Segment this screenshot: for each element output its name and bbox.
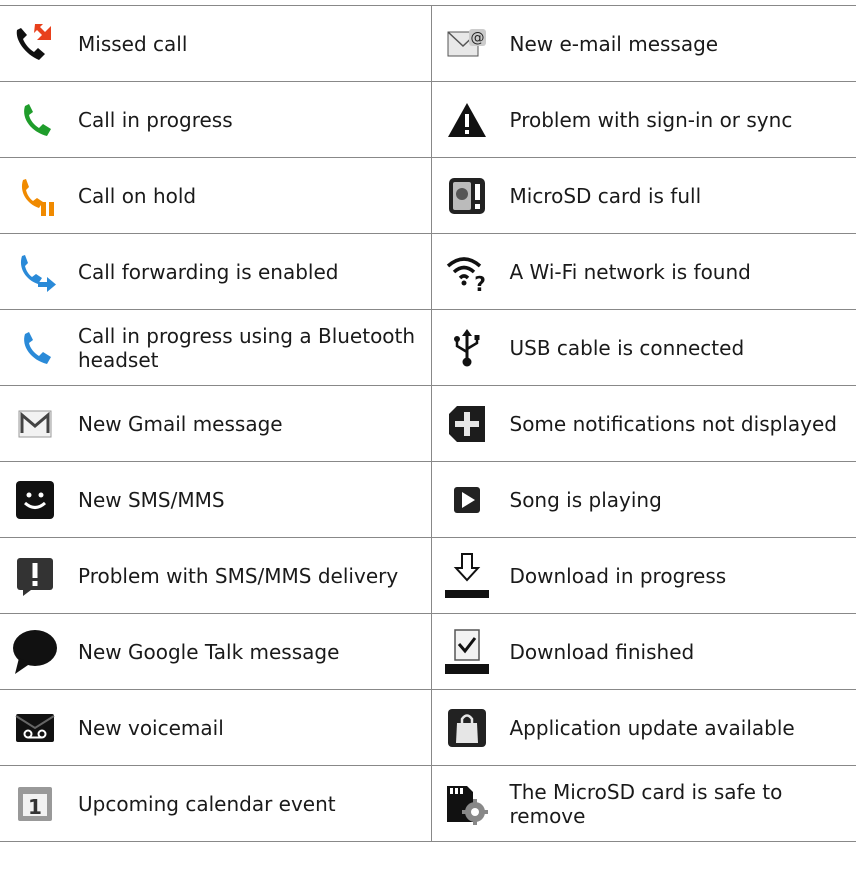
call-forwarding-icon	[8, 245, 62, 299]
table-cell: Problem with SMS/MMS delivery	[0, 537, 432, 614]
table-cell: Call in progress using a Bluetooth heads…	[0, 309, 432, 386]
icon-label: New e-mail message	[509, 31, 719, 56]
more-notifications-icon	[440, 397, 494, 451]
warning-icon	[440, 93, 494, 147]
call-on-hold-icon	[8, 169, 62, 223]
icon-label: Some notifications not displayed	[509, 411, 837, 436]
icon-label: Problem with SMS/MMS delivery	[78, 563, 399, 588]
icon-label: Call in progress	[78, 107, 233, 132]
table-row: Missed call @ New e-mail message	[0, 5, 856, 82]
status-icon-table: Missed call @ New e-mail message Call in…	[0, 5, 856, 842]
icon-label: The MicroSD card is safe to remove	[509, 779, 783, 828]
icon-label: MicroSD card is full	[509, 183, 702, 208]
icon-label: Call on hold	[78, 183, 197, 208]
icon-label: Missed call	[78, 31, 188, 56]
icon-label: New SMS/MMS	[78, 487, 225, 512]
table-cell: New Google Talk message	[0, 613, 432, 690]
table-cell: Some notifications not displayed	[430, 385, 856, 462]
icon-label: A Wi-Fi network is found	[509, 259, 751, 284]
icon-label: Download finished	[509, 639, 695, 664]
table-cell: Download finished	[430, 613, 856, 690]
table-row: New SMS/MMS Song is playing	[0, 461, 856, 538]
table-cell: USB cable is connected	[430, 309, 856, 386]
table-row: Call in progress Problem with sign-in or…	[0, 81, 856, 158]
sd-card-full-icon	[440, 169, 494, 223]
app-update-icon	[440, 701, 494, 755]
missed-call-icon	[8, 17, 62, 71]
icon-label: Download in progress	[509, 563, 727, 588]
table-cell: Missed call	[0, 5, 432, 82]
calendar-icon: 1	[8, 777, 62, 831]
svg-text:1: 1	[28, 795, 42, 819]
table-cell: 1 Upcoming calendar event	[0, 765, 432, 842]
table-cell: The MicroSD card is safe to remove	[430, 765, 856, 842]
table-cell: MicroSD card is full	[430, 157, 856, 234]
table-row: Call on hold MicroSD card is full	[0, 157, 856, 234]
icon-label: Upcoming calendar event	[78, 791, 336, 816]
icon-label: USB cable is connected	[509, 335, 745, 360]
sms-problem-icon	[8, 549, 62, 603]
play-icon	[440, 473, 494, 527]
svg-text:?: ?	[474, 272, 486, 292]
icon-label: Song is playing	[509, 487, 662, 512]
table-cell: New Gmail message	[0, 385, 432, 462]
bluetooth-call-icon	[8, 321, 62, 375]
icon-label: New Google Talk message	[78, 639, 340, 664]
gmail-icon	[8, 397, 62, 451]
sd-safe-remove-icon	[440, 777, 494, 831]
table-cell: Download in progress	[430, 537, 856, 614]
table-cell: New voicemail	[0, 689, 432, 766]
table-cell: Problem with sign-in or sync	[430, 81, 856, 158]
table-row: 1 Upcoming calendar event The MicroSD ca…	[0, 765, 856, 842]
table-cell: Application update available	[430, 689, 856, 766]
table-cell: New SMS/MMS	[0, 461, 432, 538]
table-row: Call in progress using a Bluetooth heads…	[0, 309, 856, 386]
table-row: New Google Talk message Download finishe…	[0, 613, 856, 690]
table-row: Problem with SMS/MMS delivery Download i…	[0, 537, 856, 614]
icon-label: New Gmail message	[78, 411, 283, 436]
sms-icon	[8, 473, 62, 527]
svg-text:@: @	[470, 30, 484, 46]
table-cell: @ New e-mail message	[430, 5, 856, 82]
table-cell: Call in progress	[0, 81, 432, 158]
table-cell: Song is playing	[430, 461, 856, 538]
icon-label: New voicemail	[78, 715, 224, 740]
icon-label: Problem with sign-in or sync	[509, 107, 793, 132]
call-in-progress-icon	[8, 93, 62, 147]
email-icon: @	[440, 17, 494, 71]
download-icon	[440, 549, 494, 603]
table-cell: ? A Wi-Fi network is found	[430, 233, 856, 310]
icon-label: Application update available	[509, 715, 795, 740]
table-row: New voicemail Application update availab…	[0, 689, 856, 766]
table-row: New Gmail message Some notifications not…	[0, 385, 856, 462]
wifi-found-icon: ?	[440, 245, 494, 299]
icon-label: Call in progress using a Bluetooth heads…	[78, 323, 416, 372]
icon-label: Call forwarding is enabled	[78, 259, 339, 284]
talk-icon	[8, 625, 62, 679]
table-cell: Call on hold	[0, 157, 432, 234]
usb-icon	[440, 321, 494, 375]
download-finished-icon	[440, 625, 494, 679]
table-row: Call forwarding is enabled ? A Wi-Fi net…	[0, 233, 856, 310]
voicemail-icon	[8, 701, 62, 755]
table-cell: Call forwarding is enabled	[0, 233, 432, 310]
